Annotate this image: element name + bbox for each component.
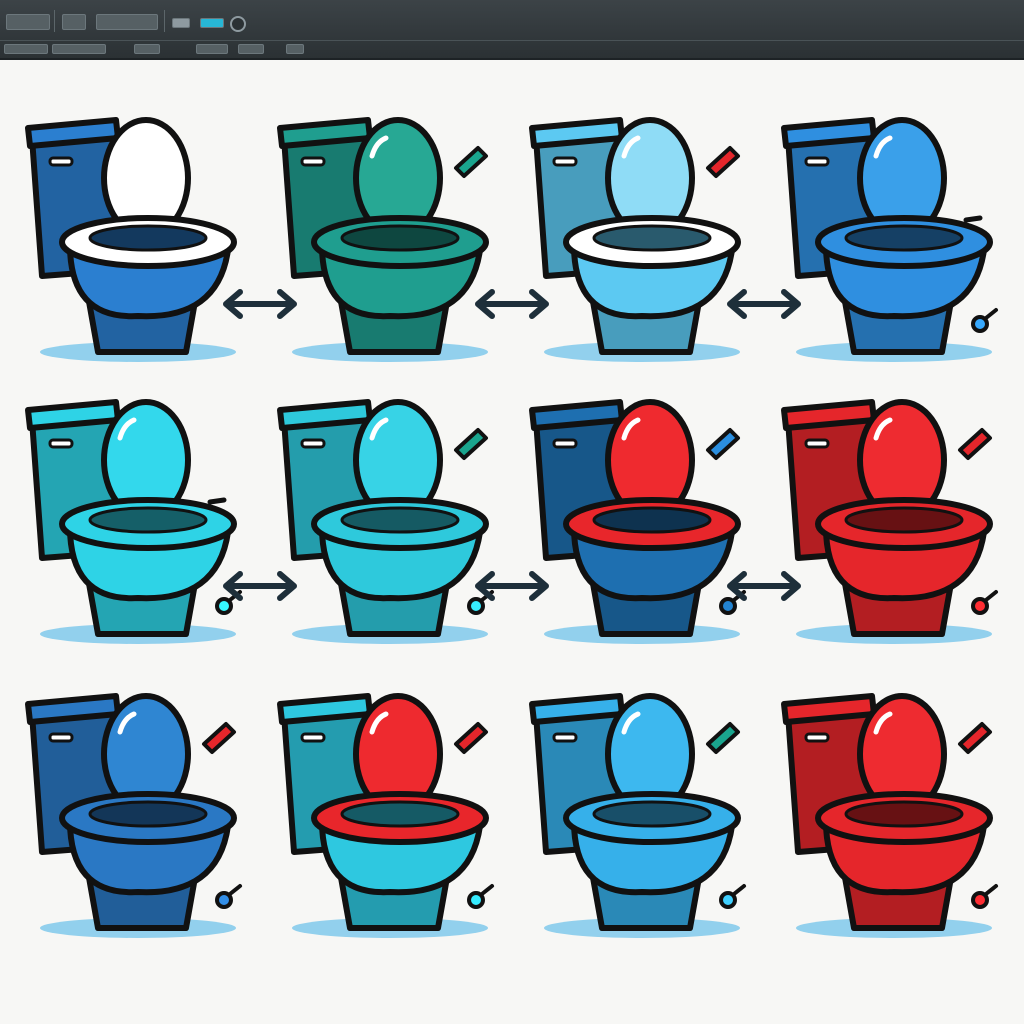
- bowl-opening: [592, 800, 712, 828]
- toilet-icon: [529, 399, 746, 644]
- flush-handle: [804, 732, 830, 743]
- toilet-icon: [277, 693, 494, 938]
- sparkle-mark: [706, 146, 740, 178]
- tank-lid: [277, 117, 373, 149]
- tool-option-1[interactable]: [4, 44, 48, 54]
- tool-option-6[interactable]: [286, 44, 304, 54]
- toilet-icon: [781, 399, 998, 644]
- sparkle-mark: [958, 428, 992, 460]
- double-arrow-icon: [727, 289, 801, 319]
- sparkle-mark: [958, 722, 992, 754]
- tank-lid: [781, 117, 877, 149]
- tool-option-2[interactable]: [52, 44, 106, 54]
- menu-toolbar: [0, 0, 1024, 41]
- double-arrow-icon: [475, 571, 549, 601]
- image-canvas[interactable]: [0, 60, 1024, 1024]
- tool-option-3[interactable]: [134, 44, 160, 54]
- toolbar-separator: [164, 10, 165, 32]
- sparkle-mark: [454, 722, 488, 754]
- water-drop-tail: [732, 884, 746, 896]
- sparkle-mark: [706, 428, 740, 460]
- toilet-icon: [529, 117, 741, 362]
- bowl-opening: [340, 800, 460, 828]
- image-menu-button[interactable]: [96, 14, 158, 30]
- water-drop-tail: [984, 590, 998, 602]
- flush-handle: [552, 156, 578, 167]
- water-drop-tail: [984, 884, 998, 896]
- sparkle-mark: [202, 722, 236, 754]
- bowl-opening: [88, 800, 208, 828]
- flush-handle: [552, 732, 578, 743]
- tank-lid: [25, 399, 121, 431]
- tank-lid: [781, 399, 877, 431]
- bowl-opening: [844, 506, 964, 534]
- flush-handle: [300, 156, 326, 167]
- flush-handle: [300, 438, 326, 449]
- sparkle-mark: [454, 146, 488, 178]
- motion-dash: [963, 215, 983, 223]
- tank-lid: [529, 399, 625, 431]
- toilet-icon: [25, 399, 242, 644]
- bowl-opening: [88, 224, 208, 252]
- toilet-icon: [25, 693, 242, 938]
- double-arrow-icon: [727, 571, 801, 601]
- toilet-icon: [277, 399, 494, 644]
- toolbar-separator: [54, 10, 55, 32]
- tank-lid: [529, 693, 625, 725]
- flush-handle: [804, 156, 830, 167]
- toilet-icon: [781, 693, 998, 938]
- sparkle-mark: [706, 722, 740, 754]
- sparkle-mark: [454, 428, 488, 460]
- tool-option-4[interactable]: [196, 44, 228, 54]
- tank-lid: [529, 117, 625, 149]
- tank-lid: [25, 117, 121, 149]
- double-arrow-icon: [223, 289, 297, 319]
- bowl-opening: [844, 800, 964, 828]
- flush-handle: [48, 438, 74, 449]
- bowl-opening: [844, 224, 964, 252]
- flush-handle: [48, 156, 74, 167]
- flush-handle: [804, 438, 830, 449]
- motion-dash: [207, 497, 227, 505]
- app-toolbar: [0, 0, 1024, 60]
- flush-handle: [552, 438, 578, 449]
- tool-option-5[interactable]: [238, 44, 264, 54]
- file-menu-button[interactable]: [6, 14, 50, 30]
- options-toolbar: [0, 40, 1024, 58]
- color-swatch-cyan[interactable]: [200, 18, 224, 28]
- double-arrow-icon: [223, 571, 297, 601]
- flush-handle: [48, 732, 74, 743]
- bowl-opening: [88, 506, 208, 534]
- edit-menu-button[interactable]: [62, 14, 86, 30]
- toilet-icon: [781, 117, 998, 362]
- tank-lid: [25, 693, 121, 725]
- bowl-opening: [340, 224, 460, 252]
- zoom-icon-button[interactable]: [230, 16, 246, 32]
- water-drop-tail: [984, 308, 998, 320]
- toilet-icon: [25, 117, 237, 362]
- double-arrow-icon: [475, 289, 549, 319]
- tank-lid: [277, 693, 373, 725]
- toilet-icon: [529, 693, 746, 938]
- toilet-sprite-sheet: [25, 117, 998, 938]
- flush-handle: [300, 732, 326, 743]
- tank-lid: [781, 693, 877, 725]
- bowl-opening: [340, 506, 460, 534]
- color-swatch-gray[interactable]: [172, 18, 190, 28]
- bowl-opening: [592, 506, 712, 534]
- water-drop-tail: [228, 884, 242, 896]
- toilet-icon: [277, 117, 489, 362]
- tank-lid: [277, 399, 373, 431]
- water-drop-tail: [480, 884, 494, 896]
- bowl-opening: [592, 224, 712, 252]
